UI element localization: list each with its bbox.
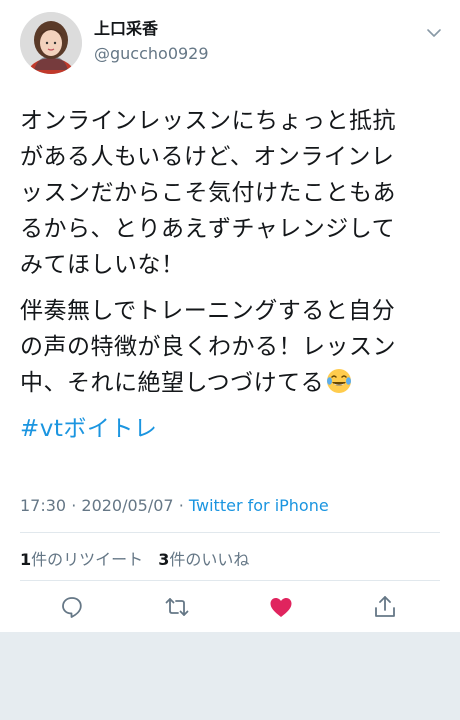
divider bbox=[20, 532, 440, 533]
chevron-down-icon[interactable] bbox=[425, 24, 443, 42]
retweets-stat[interactable]: 1件のリツイート bbox=[20, 550, 143, 569]
like-icon[interactable] bbox=[268, 594, 294, 620]
divider bbox=[20, 580, 440, 581]
meta-separator: · bbox=[178, 496, 184, 515]
user-handle[interactable]: @guccho0929 bbox=[94, 44, 209, 64]
tweet-card: 上口采香 @guccho0929 オンラインレッスンにちょっと抵抗 がある人もい… bbox=[0, 0, 460, 632]
share-icon[interactable] bbox=[372, 594, 398, 620]
display-name[interactable]: 上口采香 bbox=[94, 19, 158, 39]
likes-label: 件のいいね bbox=[169, 550, 250, 569]
text-line: がある人もいるけど、オンラインレ bbox=[20, 144, 395, 170]
text-line: るから、とりあえずチャレンジして bbox=[20, 216, 396, 242]
text-line: オンラインレッスンにちょっと抵抗 bbox=[20, 108, 396, 134]
tweet-meta: 17:30 · 2020/05/07 · Twitter for iPhone bbox=[20, 496, 329, 515]
likes-count: 3 bbox=[158, 550, 170, 569]
face-with-tears-of-joy-icon bbox=[327, 369, 352, 393]
text-line: 中、それに絶望しつづけてる bbox=[20, 370, 325, 396]
retweets-label: 件のリツイート bbox=[31, 550, 144, 569]
text-line: ッスンだからこそ気付けたこともあ bbox=[20, 180, 396, 206]
meta-separator: · bbox=[71, 496, 77, 515]
tweet-paragraph-1: オンラインレッスンにちょっと抵抗 がある人もいるけど、オンラインレ ッスンだから… bbox=[20, 103, 440, 283]
tweet-paragraph-3: #vtボイトレ bbox=[20, 411, 440, 447]
avatar[interactable] bbox=[20, 12, 82, 74]
text-line: 伴奏無しでトレーニングすると自分 bbox=[20, 298, 396, 324]
tweet-text: オンラインレッスンにちょっと抵抗 がある人もいるけど、オンラインレ ッスンだから… bbox=[20, 103, 440, 457]
retweets-count: 1 bbox=[20, 550, 32, 569]
likes-stat[interactable]: 3件のいいね bbox=[158, 550, 249, 569]
avatar-photo bbox=[20, 12, 82, 74]
reply-icon[interactable] bbox=[59, 594, 85, 620]
tweet-paragraph-2: 伴奏無しでトレーニングすると自分 の声の特徴が良くわかる！レッスン 中、それに絶… bbox=[20, 293, 440, 401]
hashtag-link[interactable]: #vtボイトレ bbox=[20, 416, 157, 442]
tweet-stats: 1件のリツイート 3件のいいね bbox=[20, 546, 259, 570]
source-link[interactable]: Twitter for iPhone bbox=[189, 496, 329, 515]
tweet-date[interactable]: 2020/05/07 bbox=[81, 496, 173, 515]
text-line: の声の特徴が良くわかる！レッスン bbox=[20, 334, 396, 360]
retweet-icon[interactable] bbox=[164, 594, 190, 620]
text-line-with-emoji: 中、それに絶望しつづけてる bbox=[20, 365, 440, 401]
text-line: みてほしいな！ bbox=[20, 252, 185, 278]
tweet-time[interactable]: 17:30 bbox=[20, 496, 66, 515]
